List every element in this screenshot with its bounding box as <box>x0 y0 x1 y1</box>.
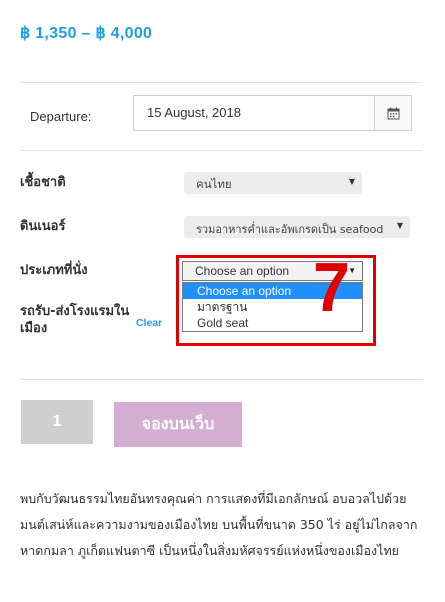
clear-link[interactable]: Clear <box>136 317 162 329</box>
nationality-value: คนไทย <box>196 177 232 191</box>
annotation-number: 7 <box>312 248 350 326</box>
calendar-button[interactable] <box>374 95 412 131</box>
tour-description: พบกับวัฒนธรรมไทยอันทรงคุณค่า การแสดงที่ม… <box>20 491 418 558</box>
departure-date-input[interactable]: 15 August, 2018 <box>133 95 375 131</box>
departure-label: Departure: <box>30 109 92 124</box>
quantity-input[interactable]: 1 <box>21 400 93 444</box>
transfer-label-line1: รถรับ-ส่งโรงแรมใน <box>20 304 130 319</box>
nationality-label: เชื้อชาติ <box>20 175 66 190</box>
nationality-select[interactable]: คนไทย ▼ <box>184 172 362 194</box>
seat-type-label: ประเภทที่นั่ง <box>20 263 88 278</box>
seat-type-value: Choose an option <box>195 264 290 278</box>
dinner-select[interactable]: รวมอาหารค่ำและอัพเกรดเป็น seafood ▼ <box>184 216 410 238</box>
calendar-icon <box>387 107 399 119</box>
book-online-button[interactable]: จองบนเว็บ <box>114 402 242 447</box>
chevron-down-icon: ▼ <box>396 221 403 230</box>
divider <box>20 150 422 151</box>
transfer-label: รถรับ-ส่งโรงแรมใน เมือง <box>20 303 129 337</box>
divider <box>20 82 422 83</box>
dinner-value: รวมอาหารค่ำและอัพเกรดเป็น seafood <box>196 223 384 236</box>
chevron-down-icon: ▼ <box>348 177 355 186</box>
dinner-label: ดินเนอร์ <box>20 219 66 234</box>
price-range: ฿ 1,350 – ฿ 4,000 <box>20 25 153 42</box>
divider <box>20 379 422 380</box>
transfer-label-line2: เมือง <box>20 321 48 336</box>
